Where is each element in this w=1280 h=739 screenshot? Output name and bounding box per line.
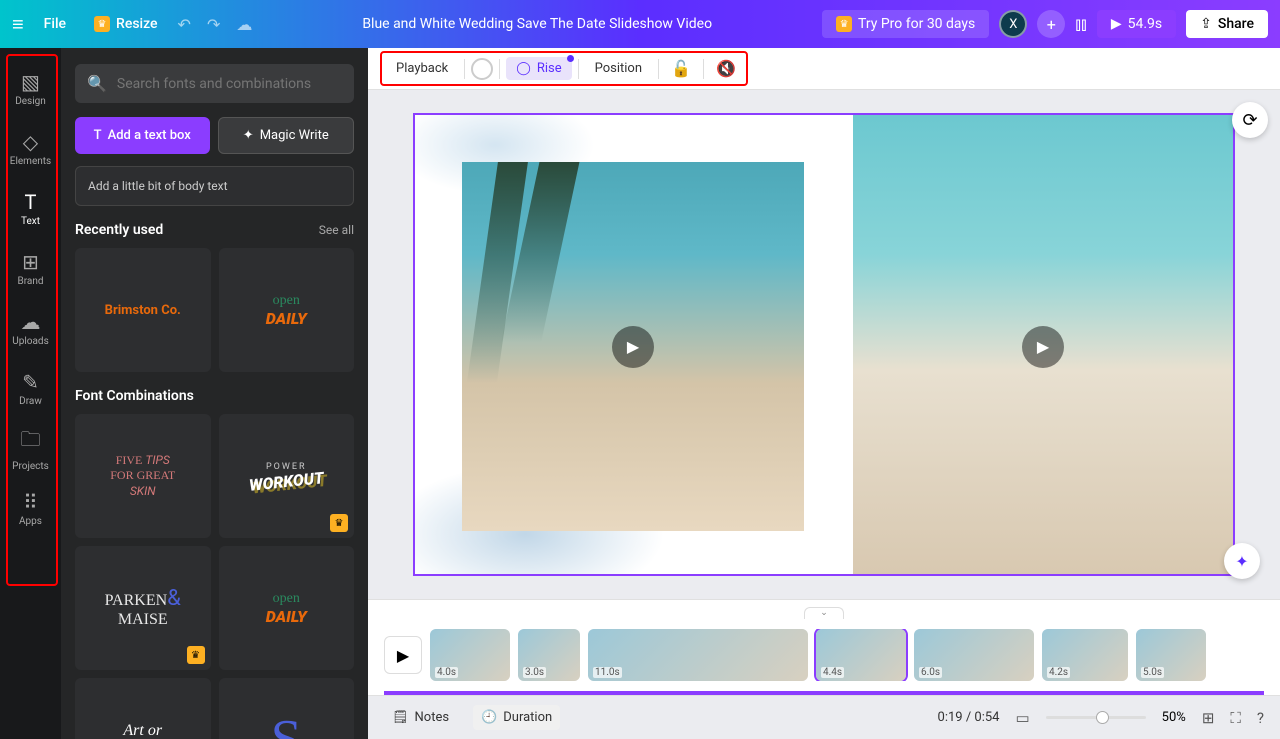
rail-brand[interactable]: ⊞Brand (3, 240, 59, 296)
time-display: 0:19 / 0:54 (938, 710, 1000, 725)
help-icon[interactable]: ? (1257, 709, 1264, 727)
lock-icon[interactable]: 🔓 (665, 59, 697, 78)
timeline-clip[interactable]: 4.4s (816, 629, 906, 681)
video-element-right[interactable]: ▶ (853, 115, 1233, 576)
canvas[interactable]: ▶ ▶ (413, 113, 1235, 576)
resize-button[interactable]: ♛Resize (86, 12, 166, 36)
duration-button[interactable]: 🕘Duration (473, 705, 560, 730)
sparkle-icon: ✦ (243, 128, 254, 143)
font-tile-brimston[interactable]: Brimston Co. (75, 248, 211, 372)
timeline-play-button[interactable]: ▶ (384, 636, 422, 674)
text-icon: T (94, 128, 102, 143)
share-icon: ⇪ (1200, 16, 1212, 32)
add-body-text-button[interactable]: Add a little bit of body text (75, 166, 354, 206)
bottom-bar: 🗒Notes 🕘Duration 0:19 / 0:54 ▭ 50% ⊞ ⛶ ? (368, 695, 1280, 739)
search-icon: 🔍 (87, 74, 107, 93)
cloud-sync-icon[interactable]: ☁ (236, 15, 252, 34)
projects-icon: 🗀 (21, 425, 41, 459)
magic-write-button[interactable]: ✦Magic Write (218, 117, 355, 154)
uploads-icon: ☁ (21, 310, 41, 334)
elements-icon: ◇ (23, 130, 38, 154)
document-title[interactable]: Blue and White Wedding Save The Date Sli… (264, 16, 810, 32)
design-icon: ▧ (21, 70, 40, 94)
collapse-timeline-button[interactable]: ⌄ (804, 607, 844, 619)
apps-icon: ⠿ (23, 490, 38, 514)
search-input[interactable] (117, 76, 342, 92)
share-button[interactable]: ⇪Share (1186, 10, 1268, 38)
view-mode-icon[interactable]: ▭ (1015, 709, 1029, 727)
rail-apps[interactable]: ⠿Apps (3, 480, 59, 536)
premium-badge-icon: ♛ (187, 646, 205, 664)
timeline: ▶ 4.0s3.0s11.0s4.4s6.0s4.2s5.0s (368, 619, 1280, 691)
nav-rail: ▧Design ◇Elements TText ⊞Brand ☁Uploads … (0, 48, 61, 739)
clock-icon: 🕘 (481, 710, 497, 725)
color-picker-button[interactable] (471, 58, 493, 80)
timeline-clip[interactable]: 5.0s (1136, 629, 1206, 681)
see-all-link[interactable]: See all (319, 223, 354, 237)
analytics-icon[interactable]: ⫾⫾ (1075, 14, 1087, 35)
magic-fab-button[interactable]: ✦ (1224, 543, 1260, 579)
topbar: ≡ File ♛Resize ↶ ↷ ☁ Blue and White Wedd… (0, 0, 1280, 48)
notes-button[interactable]: 🗒Notes (384, 705, 457, 730)
mute-icon[interactable]: 🔇 (710, 59, 742, 78)
font-tile-workout[interactable]: POWERWORKOUT♛ (219, 414, 355, 538)
timeline-clip[interactable]: 6.0s (914, 629, 1034, 681)
play-preview-button[interactable]: ▶54.9s (1097, 10, 1176, 38)
hamburger-icon[interactable]: ≡ (12, 12, 24, 37)
font-tile-art[interactable]: Art orNOT (75, 678, 211, 739)
refresh-button[interactable]: ⟳ (1232, 102, 1268, 138)
crown-icon: ♛ (94, 16, 110, 32)
context-toolbar: Playback ◯Rise Position 🔓 🔇 (368, 48, 1280, 90)
undo-icon[interactable]: ↶ (178, 15, 191, 34)
redo-icon[interactable]: ↷ (207, 15, 220, 34)
font-tile-open-daily[interactable]: openDAILY (219, 248, 355, 372)
brand-icon: ⊞ (22, 250, 39, 274)
video-element-left[interactable]: ▶ (462, 162, 804, 531)
rail-uploads[interactable]: ☁Uploads (3, 300, 59, 356)
section-title-recently-used: Recently used (75, 222, 163, 238)
zoom-level[interactable]: 50% (1162, 710, 1186, 725)
play-icon: ▶ (612, 326, 654, 368)
timeline-clip[interactable]: 4.2s (1042, 629, 1128, 681)
notes-icon: 🗒 (392, 710, 409, 725)
annotation-highlight: Playback ◯Rise Position 🔓 🔇 (380, 51, 748, 86)
animation-rise-button[interactable]: ◯Rise (506, 57, 571, 80)
text-icon: T (25, 190, 37, 214)
rail-elements[interactable]: ◇Elements (3, 120, 59, 176)
premium-badge-icon: ♛ (330, 514, 348, 532)
rail-draw[interactable]: ✎Draw (3, 360, 59, 416)
play-icon: ▶ (1022, 326, 1064, 368)
search-box[interactable]: 🔍 (75, 64, 354, 103)
animation-icon: ◯ (516, 61, 531, 76)
add-member-button[interactable]: + (1037, 10, 1065, 38)
draw-icon: ✎ (22, 370, 39, 394)
zoom-slider[interactable] (1046, 716, 1146, 719)
timeline-clip[interactable]: 4.0s (430, 629, 510, 681)
rail-projects[interactable]: 🗀Projects (3, 420, 59, 476)
playback-button[interactable]: Playback (386, 55, 458, 82)
font-tile-parken[interactable]: PARKEN&MAISE♛ (75, 546, 211, 670)
font-tile-s[interactable]: S (219, 678, 355, 739)
timeline-clip[interactable]: 11.0s (588, 629, 808, 681)
crown-icon: ♛ (836, 16, 852, 32)
add-text-box-button[interactable]: TAdd a text box (75, 117, 210, 154)
play-icon: ▶ (1111, 16, 1122, 32)
font-tile-skin[interactable]: FIVE TIPSFOR GREATSKIN (75, 414, 211, 538)
canvas-viewport: ▶ ▶ ⟳ ✦ (368, 90, 1280, 599)
user-avatar[interactable]: X (999, 10, 1027, 38)
rail-design[interactable]: ▧Design (3, 60, 59, 116)
rail-text[interactable]: TText (3, 180, 59, 236)
try-pro-button[interactable]: ♛Try Pro for 30 days (822, 10, 989, 38)
grid-view-icon[interactable]: ⊞ (1202, 709, 1215, 727)
section-title-font-combinations: Font Combinations (75, 388, 194, 404)
side-panel: 🔍 TAdd a text box ✦Magic Write Add a lit… (61, 48, 368, 739)
file-menu[interactable]: File (36, 12, 74, 36)
font-tile-open-daily-2[interactable]: openDAILY (219, 546, 355, 670)
timeline-clip[interactable]: 3.0s (518, 629, 580, 681)
fullscreen-icon[interactable]: ⛶ (1230, 709, 1241, 727)
position-button[interactable]: Position (585, 55, 652, 82)
